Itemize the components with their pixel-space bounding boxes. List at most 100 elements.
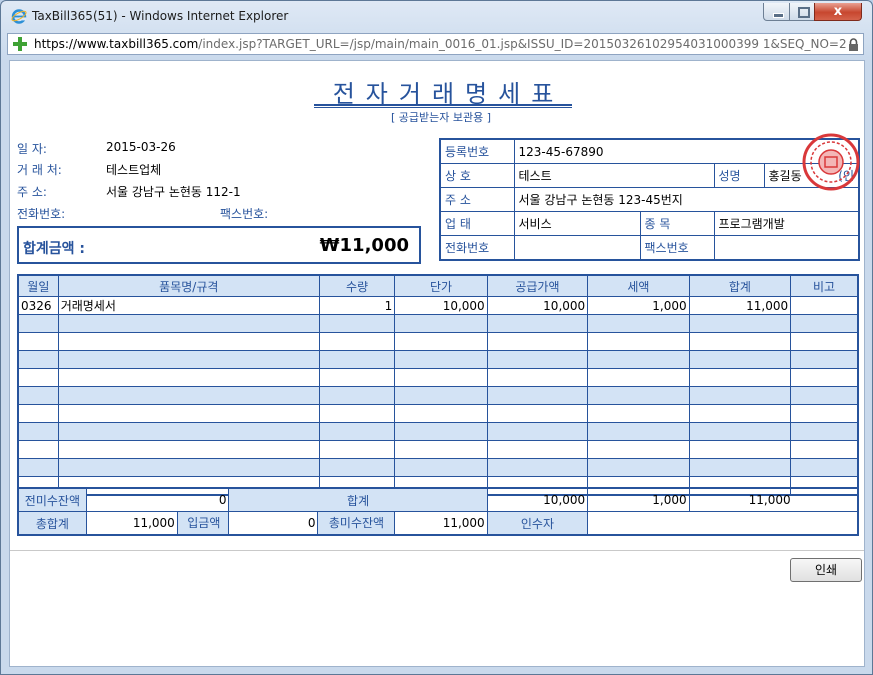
url-path: /index.jsp?TARGET_URL=/jsp/main/main_001…: [198, 37, 846, 51]
cell: [587, 422, 690, 441]
minimize-button[interactable]: [763, 3, 790, 21]
col-header-supply: 공급가액: [486, 274, 589, 297]
date-label: 일 자:: [17, 142, 47, 156]
company-name-value: 테스트: [513, 163, 715, 188]
cell: [17, 458, 59, 477]
cell: [17, 314, 59, 333]
cell: [318, 332, 396, 351]
company-name-label: 상 호: [439, 163, 515, 188]
cell: [17, 368, 59, 387]
receiver-label: 인수자: [486, 511, 589, 536]
company-seal-stamp-icon: [802, 133, 860, 191]
cell: [57, 404, 320, 423]
page-content: 전자거래명세표 [ 공급받는자 보관용 ] 일 자: 2015-03-26 거 …: [9, 60, 865, 667]
window-title: TaxBill365(51) - Windows Internet Explor…: [32, 9, 289, 23]
address-bar[interactable]: https://www.taxbill365.com/index.jsp?TAR…: [7, 33, 864, 55]
address-value: 서울 강남구 논현동 112-1: [106, 185, 241, 199]
col-header-note: 비고: [790, 274, 859, 297]
table-row: 0326 거래명세서 1 10,000 10,000 1,000 11,000: [17, 296, 859, 315]
cell: [587, 368, 690, 387]
supplier-table: 등록번호 123-45-67890 상 호 테스트 성명 홍길동 (인 주 소 서…: [439, 138, 861, 261]
cell: [486, 404, 589, 423]
cell: [790, 404, 859, 423]
document-subtitle: [ 공급받는자 보관용 ]: [390, 111, 492, 124]
supplier-fax-label: 팩스번호: [639, 235, 715, 261]
items-table: 월일 품목명/규격 수량 단가 공급가액 세액 합계 비고 0326 거래명세서: [17, 274, 859, 496]
empty-row: [17, 332, 859, 351]
cell: [790, 440, 859, 459]
cell: [688, 440, 792, 459]
deposit-value: 0: [307, 516, 316, 530]
summary-row-2: 총합계 11,000 입금액 0 총미수잔액 11,000 인수자: [17, 511, 859, 536]
total-amount: ₩11,000: [319, 235, 409, 256]
title-bar: TaxBill365(51) - Windows Internet Explor…: [1, 1, 872, 31]
representative-label: 성명: [713, 163, 765, 188]
col-header-unit-price: 단가: [394, 274, 488, 297]
cell: [394, 332, 488, 351]
maximize-button[interactable]: [789, 3, 815, 21]
business-item-label: 종 목: [639, 211, 715, 236]
cell: [318, 368, 396, 387]
empty-row: [17, 314, 859, 333]
cell: [688, 458, 792, 477]
supplier-fax-value: [713, 235, 860, 261]
empty-row: [17, 350, 859, 369]
business-type-label: 업 태: [439, 211, 515, 236]
cell: [790, 422, 859, 441]
cell: [688, 314, 792, 333]
col-header-tax: 세액: [587, 274, 690, 297]
address-url[interactable]: https://www.taxbill365.com/index.jsp?TAR…: [34, 37, 846, 51]
internet-explorer-icon: [11, 9, 27, 24]
business-type-value: 서비스: [513, 211, 641, 236]
col-header-total: 합계: [688, 274, 792, 297]
cell: [790, 314, 859, 333]
cell: [318, 458, 396, 477]
cell: [394, 404, 488, 423]
cell-qty: 1: [318, 296, 396, 315]
cell: [688, 332, 792, 351]
minimize-icon: [773, 13, 784, 18]
cell: [587, 350, 690, 369]
browser-window: TaxBill365(51) - Windows Internet Explor…: [0, 0, 873, 675]
prev-balance-label: 전미수잔액: [17, 487, 87, 512]
cell: [688, 386, 792, 405]
cell: [486, 332, 589, 351]
address-label: 주 소:: [17, 185, 47, 199]
cell: [790, 332, 859, 351]
total-label: 합계금액 :: [23, 241, 85, 257]
cell: [587, 332, 690, 351]
prev-balance-value: 0: [85, 487, 230, 512]
cell: [57, 368, 320, 387]
cell: [17, 386, 59, 405]
transaction-statement: 전자거래명세표 [ 공급받는자 보관용 ] 일 자: 2015-03-26 거 …: [11, 62, 863, 550]
col-header-qty: 수량: [318, 274, 396, 297]
cell: [587, 314, 690, 333]
supplier-address-label: 주 소: [439, 187, 515, 212]
cell: [57, 314, 320, 333]
empty-row: [17, 368, 859, 387]
print-button[interactable]: 인쇄: [790, 558, 862, 582]
balance-value: 11,000: [394, 511, 488, 536]
cell: [688, 404, 792, 423]
cell: [486, 368, 589, 387]
cell: [486, 440, 589, 459]
cell: [318, 386, 396, 405]
cell: [17, 440, 59, 459]
close-icon: x: [833, 4, 843, 19]
cell-supply: 10,000: [486, 296, 589, 315]
cell: [17, 404, 59, 423]
cell: [486, 386, 589, 405]
summary-row-1: 전미수잔액 0 합계 10,000 1,000 11,000: [17, 487, 859, 512]
lock-icon[interactable]: [848, 38, 859, 51]
cell: [486, 314, 589, 333]
cell: [17, 350, 59, 369]
cell: [318, 350, 396, 369]
close-button[interactable]: x: [814, 3, 862, 21]
cell: [688, 350, 792, 369]
deposit-and-balance-cell: 0 총미수잔액: [228, 511, 396, 536]
cell: [394, 440, 488, 459]
cell: [486, 350, 589, 369]
cell-tax: 1,000: [587, 296, 690, 315]
cell: [688, 368, 792, 387]
cell: [394, 314, 488, 333]
